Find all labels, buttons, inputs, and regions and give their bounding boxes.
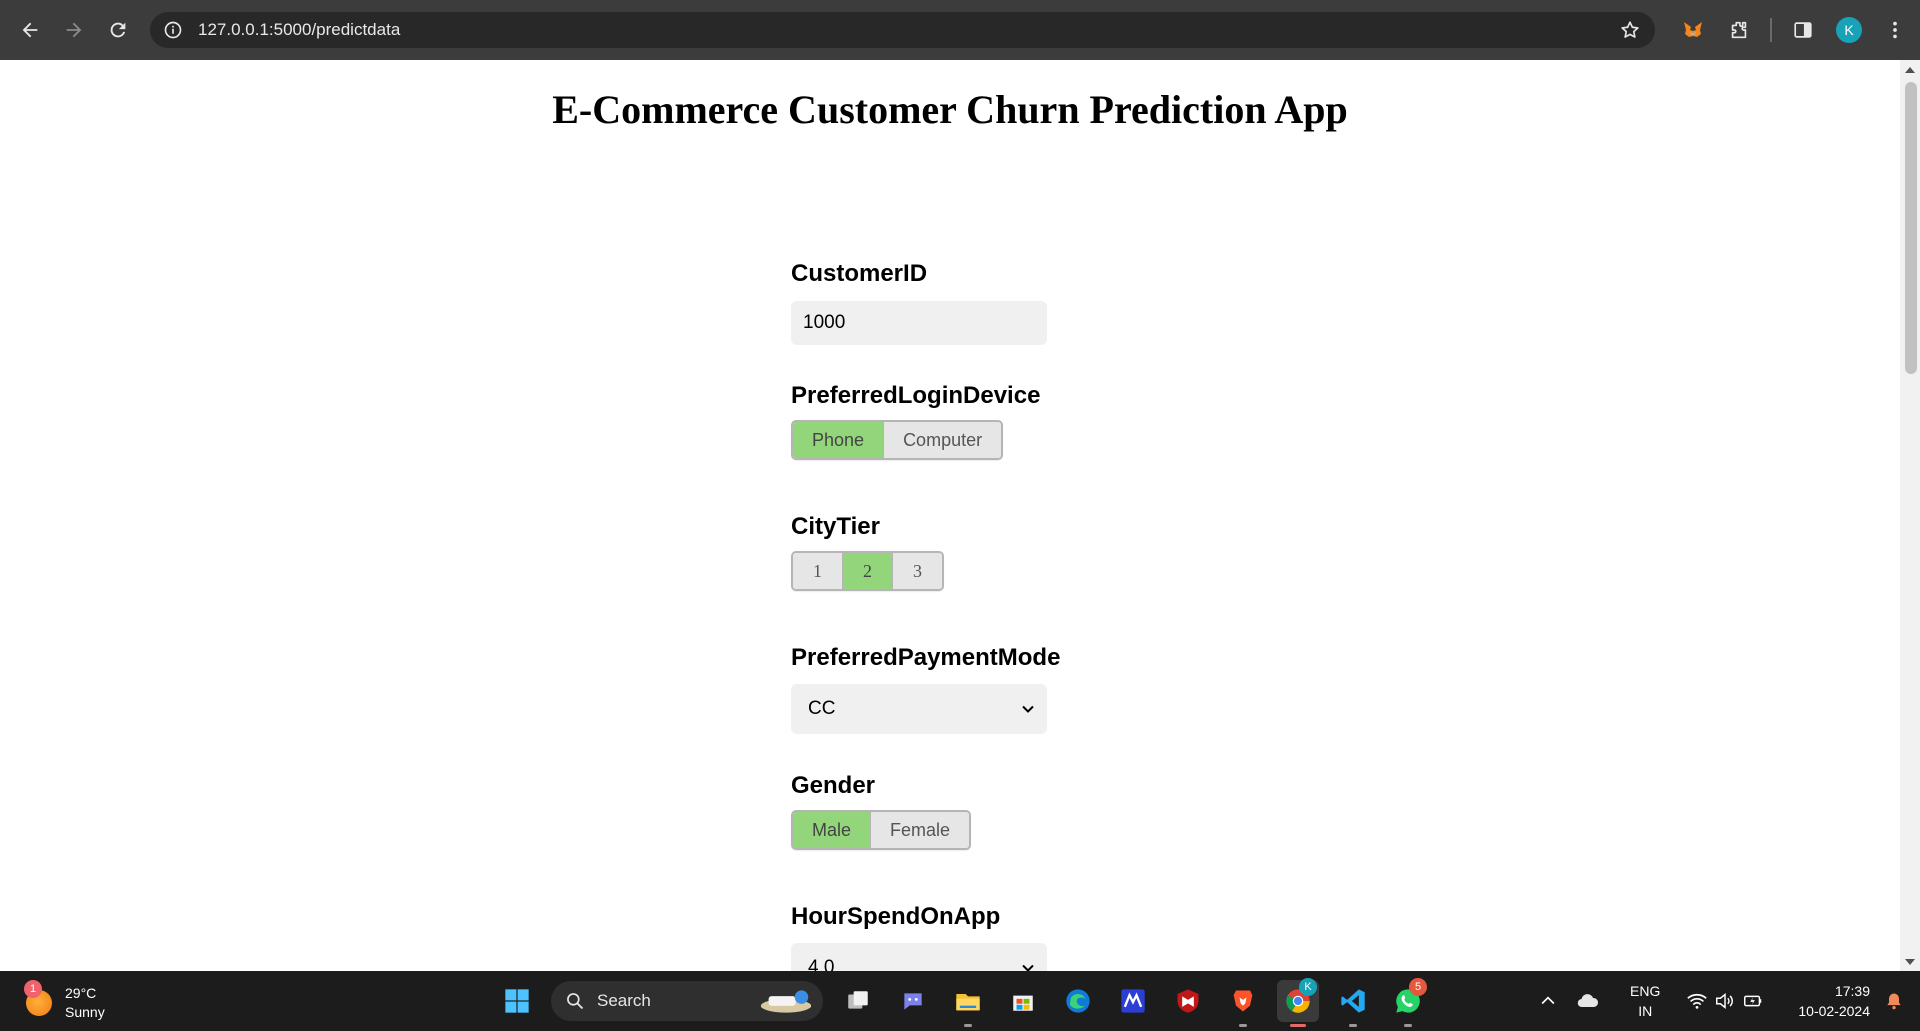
forward-arrow-icon bbox=[66, 22, 82, 38]
page-scrollbar[interactable] bbox=[1900, 60, 1920, 971]
browser-menu-icon[interactable] bbox=[1880, 15, 1910, 45]
page-viewport: E-Commerce Customer Churn Prediction App… bbox=[0, 60, 1900, 971]
hour-spend-on-app-label: HourSpendOnApp bbox=[791, 903, 1001, 930]
preferred-payment-mode-group: PreferredPaymentMode CC bbox=[791, 644, 1060, 734]
weather-widget[interactable]: 1 29°C Sunny bbox=[24, 980, 105, 1022]
language-indicator[interactable]: ENG IN bbox=[1630, 981, 1660, 1021]
customer-id-label: CustomerID bbox=[791, 260, 928, 287]
gender-toggle: Male Female bbox=[791, 810, 972, 850]
gender-option-male[interactable]: Male bbox=[793, 812, 872, 848]
mcafee-shield-icon[interactable] bbox=[1167, 980, 1209, 1022]
preferred-login-device-toggle: Phone Computer bbox=[791, 420, 1004, 460]
language-line-1: ENG bbox=[1630, 983, 1661, 999]
volume-icon[interactable] bbox=[1714, 990, 1736, 1012]
side-panel-icon[interactable] bbox=[1788, 15, 1818, 45]
preferred-payment-mode-label: PreferredPaymentMode bbox=[791, 644, 1061, 671]
divider bbox=[1770, 18, 1772, 42]
reload-button[interactable] bbox=[102, 14, 134, 46]
battery-charging-icon[interactable] bbox=[1742, 990, 1764, 1012]
running-indicator bbox=[1349, 1024, 1357, 1027]
running-indicator bbox=[1239, 1024, 1247, 1027]
wifi-icon[interactable] bbox=[1686, 990, 1708, 1012]
chat-app-icon[interactable] bbox=[892, 980, 934, 1022]
weather-temperature: 29°C bbox=[65, 985, 97, 1001]
weather-condition: Sunny bbox=[65, 1004, 105, 1020]
taskbar-search-label: Search bbox=[597, 991, 651, 1010]
chevron-down-icon bbox=[1022, 705, 1034, 713]
running-indicator bbox=[964, 1024, 972, 1027]
language-line-2: IN bbox=[1638, 1003, 1653, 1019]
notification-bell-icon[interactable] bbox=[1884, 991, 1904, 1011]
clock-date: 10-02-2024 bbox=[1798, 1003, 1870, 1019]
site-info-icon[interactable] bbox=[162, 19, 184, 41]
city-tier-option-2[interactable]: 2 bbox=[843, 553, 893, 589]
whatsapp-notification-badge: 5 bbox=[1409, 978, 1427, 996]
gender-label: Gender bbox=[791, 772, 876, 799]
vscode-icon[interactable] bbox=[1332, 980, 1374, 1027]
back-button[interactable] bbox=[14, 14, 46, 46]
weather-badge: 1 bbox=[24, 980, 42, 998]
hour-spend-selected-value: 4.0 bbox=[808, 957, 835, 971]
search-icon bbox=[567, 993, 584, 1010]
hour-spend-on-app-select[interactable]: 4.0 bbox=[791, 943, 1047, 971]
bookmark-star-icon[interactable] bbox=[1619, 19, 1641, 41]
profile-avatar[interactable]: K bbox=[1834, 15, 1864, 45]
preferred-login-device-group: PreferredLoginDevice Phone Computer bbox=[791, 382, 1040, 460]
task-view-icon[interactable] bbox=[837, 980, 879, 1022]
system-tray: ENG IN 17:39 10-02-2024 bbox=[1538, 971, 1920, 1031]
city-tier-label: CityTier bbox=[791, 513, 880, 540]
url-text: 127.0.0.1:5000/predictdata bbox=[198, 20, 401, 39]
gender-option-female[interactable]: Female bbox=[871, 812, 970, 848]
hour-spend-on-app-group: HourSpendOnApp 4.0 bbox=[791, 903, 1047, 971]
show-hidden-icons-chevron-up-icon[interactable] bbox=[1538, 991, 1558, 1011]
scrollbar-thumb[interactable] bbox=[1905, 82, 1917, 374]
extensions-puzzle-icon[interactable] bbox=[1724, 15, 1754, 45]
whatsapp-icon[interactable]: 5 bbox=[1387, 978, 1429, 1027]
city-tier-toggle: 1 2 3 bbox=[791, 551, 944, 591]
reload-icon bbox=[110, 22, 126, 38]
browser-toolbar: 127.0.0.1:5000/predictdata K bbox=[0, 0, 1920, 60]
clock[interactable]: 17:39 10-02-2024 bbox=[1798, 981, 1870, 1021]
active-indicator bbox=[1290, 1024, 1306, 1027]
taskbar-search-box[interactable]: Search bbox=[551, 981, 823, 1021]
address-bar[interactable]: 127.0.0.1:5000/predictdata bbox=[150, 12, 1655, 48]
profile-initial: K bbox=[1836, 17, 1862, 43]
preferred-login-device-label: PreferredLoginDevice bbox=[791, 382, 1041, 409]
city-tier-group: CityTier 1 2 3 bbox=[791, 513, 944, 591]
code-editor-m-icon[interactable] bbox=[1112, 980, 1154, 1022]
back-arrow-icon bbox=[22, 22, 38, 38]
sun-icon: 1 bbox=[24, 980, 52, 1016]
edge-browser-icon[interactable] bbox=[1057, 980, 1099, 1022]
scroll-down-arrow-icon[interactable] bbox=[1905, 959, 1915, 965]
windows-start-icon[interactable] bbox=[496, 980, 538, 1022]
file-explorer-icon[interactable] bbox=[947, 980, 989, 1027]
login-device-option-computer[interactable]: Computer bbox=[884, 422, 1002, 458]
gender-group: Gender Male Female bbox=[791, 772, 972, 850]
clock-time: 17:39 bbox=[1834, 983, 1870, 999]
search-highlight-icon bbox=[760, 990, 812, 1013]
taskbar-apps: Search K 5 bbox=[496, 978, 1442, 1027]
payment-mode-selected-value: CC bbox=[808, 698, 836, 719]
brave-browser-icon[interactable] bbox=[1222, 980, 1264, 1027]
metamask-fox-icon[interactable] bbox=[1678, 15, 1708, 45]
onedrive-cloud-icon[interactable] bbox=[1576, 989, 1600, 1013]
customer-id-input[interactable] bbox=[791, 301, 1047, 345]
customer-id-group: CustomerID bbox=[791, 260, 1047, 345]
windows-taskbar: 1 29°C Sunny Search K 5 ENG IN 17:39 10-… bbox=[0, 971, 1920, 1031]
microsoft-store-icon[interactable] bbox=[1002, 980, 1044, 1022]
chrome-profile-badge: K bbox=[1299, 978, 1317, 996]
page-title: E-Commerce Customer Churn Prediction App bbox=[552, 87, 1348, 132]
login-device-option-phone[interactable]: Phone bbox=[793, 422, 885, 458]
forward-button[interactable] bbox=[58, 14, 90, 46]
running-indicator bbox=[1404, 1024, 1412, 1027]
scroll-up-arrow-icon[interactable] bbox=[1905, 67, 1915, 73]
chrome-browser-icon[interactable]: K bbox=[1277, 978, 1319, 1027]
preferred-payment-mode-select[interactable]: CC bbox=[791, 684, 1047, 734]
city-tier-option-1[interactable]: 1 bbox=[793, 553, 843, 589]
city-tier-option-3[interactable]: 3 bbox=[893, 553, 942, 589]
chevron-down-icon bbox=[1022, 964, 1034, 971]
